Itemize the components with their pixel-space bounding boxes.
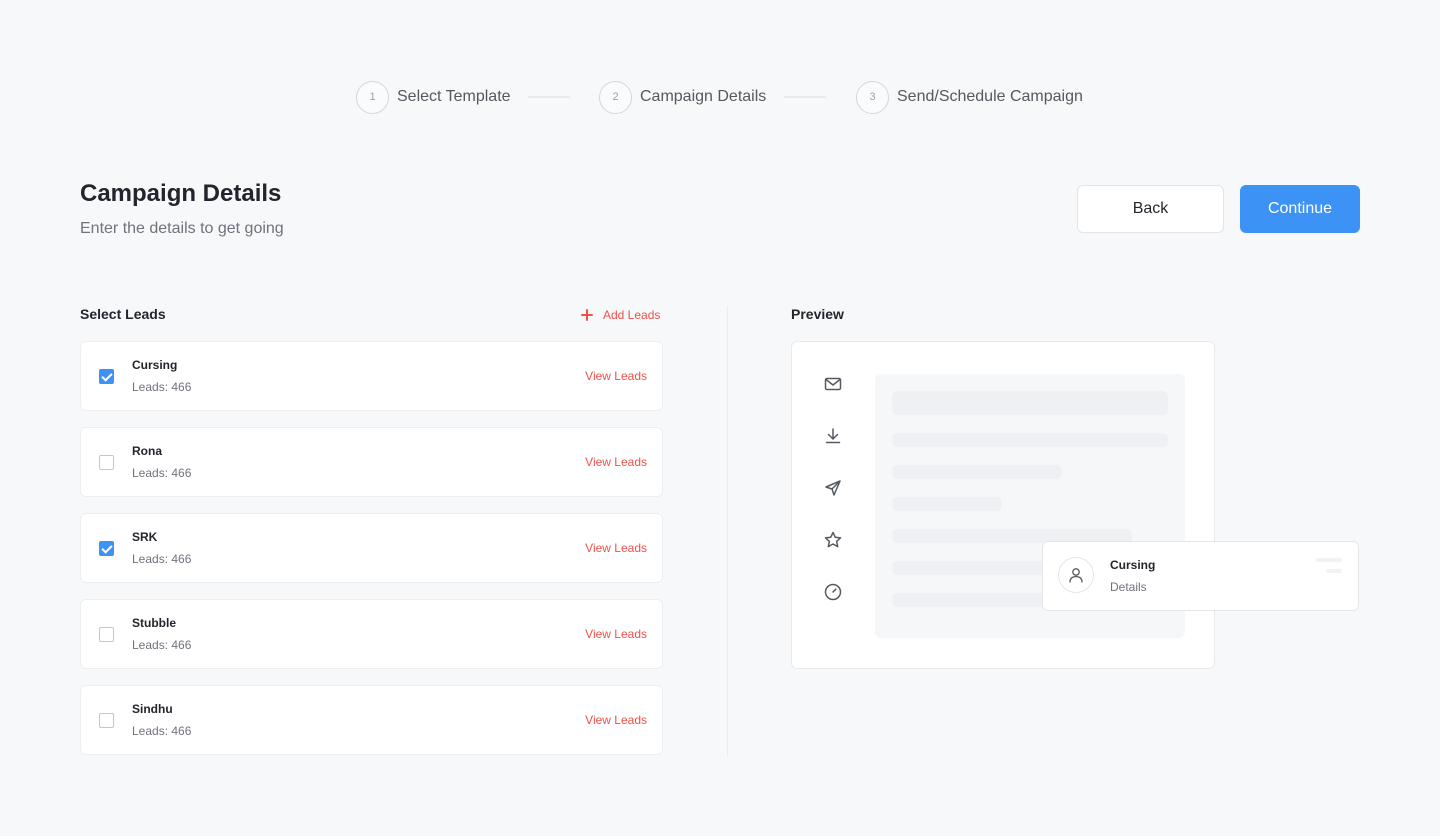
page-title: Campaign Details: [80, 180, 282, 207]
step-label: Send/Schedule Campaign: [897, 88, 1083, 105]
step-number: 3: [856, 80, 889, 114]
download-icon[interactable]: [823, 426, 843, 446]
back-button[interactable]: Back: [1077, 185, 1224, 233]
add-leads-label: Add Leads: [603, 308, 661, 322]
clock-icon[interactable]: [823, 582, 843, 602]
lead-name: Cursing: [132, 358, 178, 372]
star-icon[interactable]: [823, 530, 843, 550]
continue-button[interactable]: Continue: [1240, 185, 1360, 233]
add-leads-button[interactable]: Add Leads: [580, 306, 660, 324]
lead-count: Leads: 466: [132, 552, 192, 566]
lead-count: Leads: 466: [132, 380, 192, 394]
user-icon: [1069, 568, 1083, 583]
view-leads-link[interactable]: View Leads: [585, 369, 647, 383]
select-leads-label: Select Leads: [80, 306, 166, 322]
skeleton-line: [1316, 558, 1342, 562]
step-label: Campaign Details: [640, 88, 767, 105]
step-label: Select Template: [397, 88, 511, 105]
skeleton-line: [892, 433, 1168, 447]
step-campaign-details[interactable]: 2 Campaign Details: [599, 80, 766, 114]
lead-name: SRK: [132, 530, 158, 544]
skeleton-line: [892, 391, 1168, 415]
mail-icon[interactable]: [823, 374, 843, 394]
lead-name: Stubble: [132, 616, 176, 630]
lead-checkbox[interactable]: [99, 455, 114, 470]
step-connector: [784, 96, 826, 98]
lead-card: SRK Leads: 466 View Leads: [80, 513, 663, 583]
card-title: Cursing: [1110, 558, 1156, 572]
lead-checkbox[interactable]: [99, 627, 114, 642]
step-number: 2: [599, 80, 632, 114]
lead-count: Leads: 466: [132, 724, 192, 738]
view-leads-link[interactable]: View Leads: [585, 455, 647, 469]
avatar: [1058, 557, 1094, 593]
preview-panel: [791, 341, 1215, 669]
lead-name: Sindhu: [132, 702, 173, 716]
lead-checkbox[interactable]: [99, 369, 114, 384]
view-leads-link[interactable]: View Leads: [585, 541, 647, 555]
lead-card: Cursing Leads: 466 View Leads: [80, 341, 663, 411]
selected-lead-card: Cursing Details: [1042, 541, 1359, 611]
lead-count: Leads: 466: [132, 466, 192, 480]
step-number: 1: [356, 80, 389, 114]
view-leads-link[interactable]: View Leads: [585, 627, 647, 641]
step-select-template[interactable]: 1 Select Template: [356, 80, 511, 114]
stepper: 1 Select Template 2 Campaign Details 3 S…: [0, 80, 1440, 114]
page-subtitle: Enter the details to get going: [80, 220, 284, 237]
preview-label: Preview: [791, 306, 844, 322]
column-divider: [727, 306, 728, 756]
step-send-schedule[interactable]: 3 Send/Schedule Campaign: [856, 80, 1083, 114]
card-subtitle: Details: [1110, 580, 1147, 594]
lead-checkbox[interactable]: [99, 541, 114, 556]
lead-card: Rona Leads: 466 View Leads: [80, 427, 663, 497]
send-icon[interactable]: [823, 478, 843, 498]
lead-count: Leads: 466: [132, 638, 192, 652]
skeleton-line: [892, 465, 1062, 479]
skeleton-line: [1326, 569, 1342, 573]
plus-icon: [580, 308, 594, 322]
step-connector: [528, 96, 570, 98]
lead-checkbox[interactable]: [99, 713, 114, 728]
lead-card: Sindhu Leads: 466 View Leads: [80, 685, 663, 755]
lead-card: Stubble Leads: 466 View Leads: [80, 599, 663, 669]
skeleton-line: [892, 497, 1002, 511]
view-leads-link[interactable]: View Leads: [585, 713, 647, 727]
lead-name: Rona: [132, 444, 162, 458]
